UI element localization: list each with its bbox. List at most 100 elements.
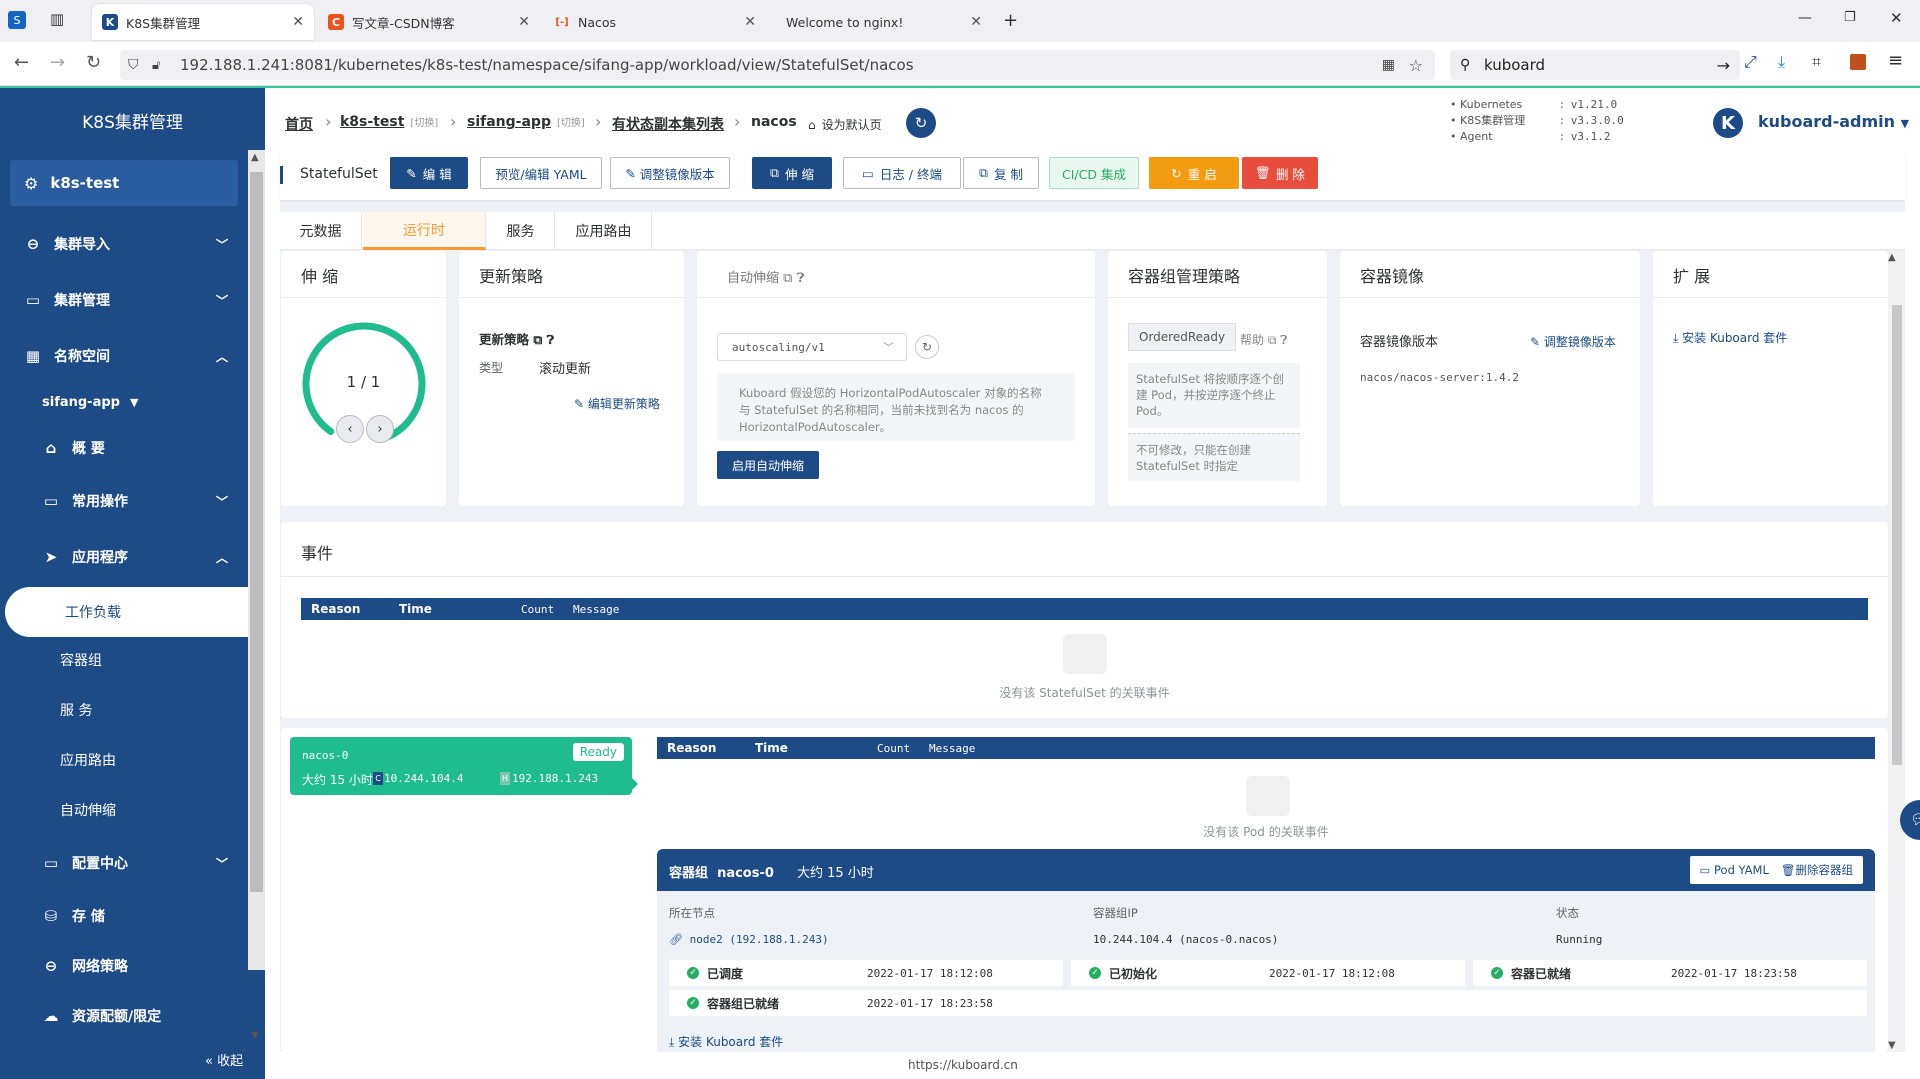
tab-ingress[interactable]: 应用路由 <box>556 212 652 250</box>
user-menu[interactable]: kuboard-admin ▼ <box>1758 112 1909 131</box>
yaml-button[interactable]: 预览/编辑 YAML <box>480 157 602 189</box>
adjust-image-button[interactable]: ✎ 调整镜像版本 <box>610 157 730 189</box>
edit-strategy-link[interactable]: ✎ 编辑更新策略 <box>574 395 660 412</box>
copy-button[interactable]: ⧉ 复 制 <box>963 157 1039 189</box>
download-icon[interactable]: ⤓ <box>1778 52 1785 72</box>
delete-pod-button[interactable]: 🗑︎删除容器组 <box>1781 862 1853 878</box>
scale-button[interactable]: ⧉ 伸 缩 <box>752 157 832 189</box>
switch-link[interactable]: [切换] <box>557 118 585 129</box>
sidebar-item-label: 应用路由 <box>60 753 116 769</box>
search-input[interactable]: ⚲ kuboard → <box>1450 50 1740 80</box>
refresh-icon[interactable]: ↻ <box>915 335 939 359</box>
sidebar-scroll-up-icon[interactable]: ▲ <box>251 152 259 163</box>
content-scrollbar[interactable] <box>1890 250 1904 1050</box>
refresh-icon[interactable]: ↻ <box>906 108 936 138</box>
restart-button[interactable]: ↻ 重 启 <box>1149 157 1239 189</box>
breadcrumb-home[interactable]: 首页 <box>285 114 313 134</box>
install-kuboard-link[interactable]: ⤓ 安装 Kuboard 套件 <box>1673 329 1787 346</box>
scroll-up-icon[interactable]: ▲ <box>1888 252 1896 263</box>
edit-button[interactable]: ✎ 编 辑 <box>390 157 468 189</box>
extension-icon[interactable] <box>1850 54 1866 70</box>
close-icon[interactable]: ✕ <box>292 14 304 30</box>
sidebar-item-overview[interactable]: ⌂ 概 要 <box>0 425 248 471</box>
sidebar-item-pods[interactable]: 容器组 <box>0 637 248 683</box>
breadcrumb-namespace[interactable]: sifang-app [切换] <box>467 114 585 130</box>
forward-icon[interactable]: → <box>50 52 65 73</box>
crop-icon[interactable]: ⌗ <box>1812 52 1821 72</box>
app-icon[interactable]: S <box>8 11 26 29</box>
pod-yaml-button[interactable]: ▭ Pod YAML <box>1700 863 1769 877</box>
tab-metadata[interactable]: 元数据 <box>280 212 362 250</box>
sidebar-item-autoscaling[interactable]: 自动伸缩 <box>0 787 248 833</box>
avatar[interactable]: K <box>1713 108 1743 138</box>
sidebar-item-cluster-manage[interactable]: ▭ 集群管理 ﹀ <box>0 277 248 323</box>
sidebar-item-storage[interactable]: ⛁ 存 储 <box>0 893 248 939</box>
external-link-icon[interactable]: ⧉ <box>533 332 542 347</box>
delete-button[interactable]: 🗑︎ 删 除 <box>1242 157 1318 189</box>
help-icon[interactable]: ❓︎ <box>547 332 555 347</box>
cluster-selector[interactable]: ⚙ k8s-test <box>10 160 238 206</box>
qr-icon[interactable]: ▦ <box>1382 57 1395 73</box>
decrease-button[interactable]: ‹ <box>336 415 364 443</box>
sidebar-scrollbar-thumb[interactable] <box>250 172 263 892</box>
bookmark-star-icon[interactable]: ☆ <box>1409 56 1423 75</box>
browser-tab-k8s[interactable]: K K8S集群管理 ✕ <box>92 4 314 40</box>
autoscaling-card: 自动伸缩 ⧉ ❓︎ autoscaling/v1 ﹀ ↻ Kuboard 假设您的… <box>697 251 1095 506</box>
browser-tab-csdn[interactable]: C 写文章-CSDN博客 ✕ <box>318 4 540 40</box>
pod-item[interactable]: nacos-0 Ready 大约 15 小时 C 10.244.104.4 H … <box>290 737 632 795</box>
scroll-down-icon[interactable]: ▼ <box>1888 1040 1896 1051</box>
menu-icon[interactable]: ≡ <box>1888 50 1903 71</box>
help-icon[interactable]: ❓︎ <box>797 271 805 286</box>
browser-tab-nginx[interactable]: Welcome to nginx! ✕ <box>770 4 992 40</box>
install-kuboard-link[interactable]: ⤓ 安装 Kuboard 套件 <box>669 1033 783 1050</box>
tab-runtime[interactable]: 运行时 <box>363 212 486 250</box>
edit-icon: ✎ <box>574 397 588 411</box>
expand-icon[interactable]: ⤢ <box>1744 52 1757 72</box>
sidebar-item-label: 配置中心 <box>72 856 128 872</box>
sidebar-item-config[interactable]: ▭ 配置中心 ﹀ <box>0 840 248 886</box>
go-arrow-icon[interactable]: → <box>1717 56 1730 75</box>
sidebar-scroll-down-icon[interactable]: ▼ <box>251 1030 259 1041</box>
minimize-icon[interactable]: — <box>1798 10 1812 26</box>
browser-tab-nacos[interactable]: [-] Nacos ✕ <box>544 4 766 40</box>
enable-autoscaling-button[interactable]: 启用自动伸缩 <box>717 451 819 479</box>
sidebar-item-workload[interactable]: 工作负载 <box>5 587 248 637</box>
cicd-button[interactable]: CI/CD 集成 <box>1049 157 1139 189</box>
sidebar-item-applications[interactable]: ➤ 应用程序 ︿ <box>0 534 248 580</box>
adjust-image-link[interactable]: ✎ 调整镜像版本 <box>1530 333 1616 350</box>
reload-icon[interactable]: ↻ <box>86 52 101 73</box>
sidebar-item-services[interactable]: 服 务 <box>0 687 248 733</box>
sidebar-item-cluster-import[interactable]: ⊖ 集群导入 ﹀ <box>0 221 248 267</box>
node-link[interactable]: 🔗︎ node2 (192.188.1.243) <box>669 933 829 946</box>
new-tab-icon[interactable]: + <box>1003 10 1018 31</box>
tab-list-icon[interactable]: ▥ <box>50 10 64 28</box>
increase-button[interactable]: › <box>366 415 394 443</box>
api-version-select[interactable]: autoscaling/v1 ﹀ <box>717 333 907 361</box>
restore-icon[interactable]: ❐ <box>1844 10 1856 25</box>
tab-service[interactable]: 服务 <box>487 212 555 250</box>
sidebar-item-ingress[interactable]: 应用路由 <box>0 737 248 783</box>
policy-note: StatefulSet 将按顺序逐个创建 Pod，并按逆序逐个终止 Pod。 <box>1128 363 1300 428</box>
collapse-button[interactable]: « 收起 <box>205 1050 243 1069</box>
help-link[interactable]: 帮助 ⧉ ❓︎ <box>1240 331 1287 348</box>
sidebar-item-namespace[interactable]: ▦ 名称空间 ︿ <box>0 333 248 379</box>
set-default-button[interactable]: ⌂ 设为默认页 <box>808 116 882 133</box>
sidebar-item-quota[interactable]: ☁ 资源配额/限定 <box>0 993 248 1039</box>
close-icon[interactable]: ✕ <box>970 14 982 30</box>
scrollbar-thumb[interactable] <box>1892 305 1902 765</box>
sidebar-item-network-policy[interactable]: ⊖ 网络策略 <box>0 943 248 989</box>
logs-terminal-button[interactable]: ▭ 日志 / 终端 <box>843 157 961 189</box>
switch-link[interactable]: [切换] <box>410 118 438 129</box>
address-input[interactable]: ⛉ 🔓︎ 192.188.1.241:8081/kubernetes/k8s-t… <box>120 50 1435 80</box>
close-icon[interactable]: ✕ <box>744 14 756 30</box>
window-close-icon[interactable]: ✕ <box>1890 9 1903 27</box>
state-value: Running <box>1556 933 1603 946</box>
sidebar-item-common-ops[interactable]: ▭ 常用操作 ﹀ <box>0 478 248 524</box>
sidebar-item-label: 应用程序 <box>72 550 128 566</box>
namespace-selector[interactable]: sifang-app ▼ <box>0 379 248 425</box>
external-link-icon[interactable]: ⧉ <box>783 271 792 286</box>
breadcrumb-cluster[interactable]: k8s-test [切换] <box>340 114 438 130</box>
breadcrumb-statefulset-list[interactable]: 有状态副本集列表 <box>612 114 724 134</box>
back-icon[interactable]: ← <box>14 52 29 73</box>
close-icon[interactable]: ✕ <box>518 14 530 30</box>
